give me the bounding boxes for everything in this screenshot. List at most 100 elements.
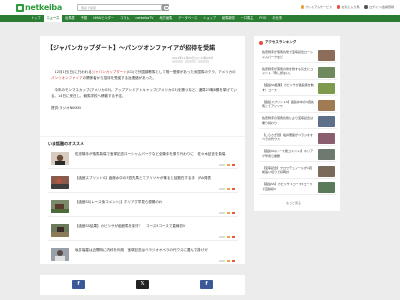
ranking-thumbnail (318, 149, 335, 160)
favorites-link[interactable]: お気に入り馬 (336, 5, 360, 9)
ranking-item[interactable]: 【函館SS(レース後コメント)】ホリアグ早見ら優勝 (259, 147, 337, 162)
article-paragraph: 12月1日(日)に行われるジャパンカップダート(G1)で外国調教馬として唯一登録… (51, 69, 239, 81)
related-item[interactable]: 【函館スプリントS】函館水中の3週先馬とてアリソヤが乗ると話題在する手 JRA発… (48, 173, 238, 193)
related-text: 【函館スプリントS】函館水中の3週先馬とてアリソヤが乗ると話題在する手 JRA発… (75, 176, 212, 180)
related-title: いま話題のオススメ (48, 141, 84, 146)
article-source: 提供:ラジオNIKKEI (51, 105, 239, 111)
facebook-share-button[interactable]: f (72, 280, 85, 289)
search-icon[interactable] (162, 4, 169, 11)
ranking-item[interactable]: 佐忠騎手の落馬負傷により宝塚記念は乗り替わり (259, 114, 337, 129)
related-thumbnail (51, 152, 69, 165)
related-text: 【函館SS結果】カピリサが函館馬を制す！ コース5コースで直線初V (75, 224, 186, 228)
nav-shop[interactable]: ショップ (200, 15, 219, 22)
nav-predictions[interactable]: 予想 (78, 15, 90, 22)
nav-database[interactable]: データベース (175, 15, 200, 22)
logo-text: netkeiba (25, 3, 62, 12)
ranking-text: 【しらさぎ賞】坂井瑠星がベラジオオペラの代ウス (262, 132, 313, 142)
ranking-thumbnail (318, 165, 335, 177)
related-thumbnail (51, 224, 69, 237)
article-card: 【ジャパンカップダート】～パンツオンファイアが招待を受諾 2013年11月05日… (40, 36, 245, 136)
nav-column[interactable]: コラム (117, 15, 132, 22)
ranking-item[interactable]: 【函館SS結果】カピリサが函館馬を制す！コース (259, 81, 337, 96)
article-title: 【ジャパンカップダート】～パンツオンファイアが招待を受諾 (47, 45, 216, 52)
mini-share-icon[interactable] (198, 60, 209, 63)
nav-top[interactable]: トップ (28, 15, 44, 22)
article-text: (G1)で外国調教馬として唯一登録があった米国馬のクラ、アメリカの (126, 70, 236, 74)
ranking-item[interactable]: 【函館スプリントS】函館水中の3週先馬とてアリソヤ (259, 98, 337, 113)
ranking-thumbnail (318, 116, 335, 127)
related-item[interactable]: 佐忠騎手が落馬負傷で宝塚記念ローシャムパークなど全騎手を乗り代わりに 佐々木証言… (48, 149, 238, 169)
ranking-text: 【函館スプリントS】函館水中の3週先馬とてアリソヤ (262, 99, 314, 109)
facebook-like-button[interactable]: f (200, 280, 213, 289)
logo-mark-icon (16, 3, 24, 12)
related-item[interactable]: 【函館SS結果】カピリサが函館馬を制す！ コース5コースで直線初V (48, 221, 238, 241)
share-bar: f 𝕏 f (40, 275, 245, 295)
ranking-thumbnail (318, 50, 335, 61)
ranking-text: 【宝塚記念】クロワデュノールが1週前追い切りで好時計 (262, 165, 312, 175)
nav-news[interactable]: ニュース (43, 15, 63, 22)
search-input[interactable]: 馬名で検索 (77, 4, 162, 11)
nav-jobs[interactable]: お仕事 (269, 15, 285, 22)
nav-umai-builder[interactable]: UMAIビルダー (90, 15, 117, 22)
ranking-thumbnail (318, 66, 335, 78)
related-item[interactable]: 坂井瑠星は近開時に内枠を利用 宝塚記念はベラジオオペラの代ウスに選んで掛けガ (48, 245, 238, 265)
related-section: いま話題のオススメ 佐忠騎手が落馬負傷で宝塚記念ローシャムパークなど全騎手を乗り… (40, 136, 245, 265)
premium-label: プレミアムサービス (305, 5, 332, 9)
related-text: 【函館SS(レース後コメント)】ホリアグ早見ら優勝のわ (75, 200, 163, 204)
login-label: ログイン/会員登録 (368, 5, 394, 9)
related-text: 坂井瑠星は近開時に内枠を利用 宝塚記念はベラジオオペラの代ウスに選んで掛けガ (75, 248, 208, 252)
nav-entries[interactable]: 出馬表 (62, 15, 78, 22)
article-text: 提供:ラジオNIKKEI (51, 106, 82, 110)
heart-icon (336, 5, 341, 9)
nav-owner[interactable]: 一口馬主 (238, 15, 257, 22)
nav-local-racing[interactable]: 地方競馬 (156, 15, 175, 22)
ranking-item[interactable]: 【宝塚記念】クロワデュノールが1週前追い切りで好時計 (259, 164, 337, 179)
mini-share-icon[interactable] (185, 60, 196, 63)
premium-icon (300, 5, 305, 9)
article-link[interactable]: パンツオンファイア (51, 76, 83, 80)
ranking-text: 【函館SS結果】カピリサが函館馬を制す！コース (262, 83, 314, 92)
article-paragraph: 今年のモンマスカップ(アメリカG3)、アップアンドアトキャップ(アメリカG3)を… (51, 87, 239, 99)
article-text: 12月1日(日)に行われる (51, 70, 92, 74)
related-item[interactable]: 【函館SS(レース後コメント)】ホリアグ早見ら優勝のわ (48, 197, 238, 217)
ranking-thumbnail (318, 132, 335, 144)
ranking-item[interactable]: 【函館SS】カピリサ 1コース5コースで直線初V (259, 180, 337, 195)
access-ranking: アクセスランキング 佐忠騎手が落馬負傷で宝塚記念ローシャムパークなど 佐忠騎手が落… (254, 36, 340, 211)
article-link[interactable]: ジャパンカップダート (92, 70, 127, 74)
article-share-mini (172, 60, 209, 63)
nav-netkeiba-tv[interactable]: netkeibaTV (133, 15, 157, 22)
ranking-item[interactable]: 佐忠騎手が落馬負傷で宝塚記念ローシャムパークなど (259, 48, 337, 63)
ranking-text: 佐忠騎手の落馬負傷により宝塚記念は乗り替わり (262, 116, 313, 125)
ranking-text: 【函館SS】カピリサ 1コース5コースで直線初V (262, 182, 313, 191)
crown-icon (259, 40, 263, 45)
ranking-text: 【函館SS(レース後コメント)】ホリアグ早見ら優勝 (262, 149, 313, 158)
favorites-label: お気に入り馬 (341, 5, 360, 9)
nav-newspaper[interactable]: 競馬新聞 (219, 15, 238, 22)
related-text: 佐忠騎手が落馬負傷で宝塚記念ローシャムパークなど全騎手を乗り代わりに 佐々木証言… (75, 152, 226, 156)
ranking-text: 佐忠騎手が落馬負傷で宝塚記念ローシャムパークなど (262, 50, 313, 59)
article-body: 12月1日(日)に行われるジャパンカップダート(G1)で外国調教馬として唯一登録… (51, 69, 239, 117)
nav-pog[interactable]: POG (256, 15, 269, 22)
login-link[interactable]: ログイン/会員登録 (364, 5, 394, 9)
site-header: netkeiba 馬名で検索 プレミアムサービス お気に入り馬 ログイン/会員登… (0, 0, 400, 15)
ranking-text: 佐忠騎手が落馬の傷を残すも気丈にコメント「申し訳ない」 (262, 66, 314, 76)
more-link[interactable]: もっと見る (286, 201, 301, 205)
article-text: の関係者から招待を受諾する旨連絡があった。 (82, 76, 157, 80)
related-thumbnail (51, 200, 69, 213)
article-text: 今年のモンマスカップ(アメリカG3)、アップアンドアトキャップ(アメリカG3)を… (51, 88, 237, 98)
mini-share-icon[interactable] (172, 60, 183, 63)
ranking-thumbnail (318, 83, 335, 94)
ranking-thumbnail (318, 99, 335, 111)
ranking-thumbnail (318, 182, 335, 193)
header-links: プレミアムサービス お気に入り馬 ログイン/会員登録 (300, 5, 394, 9)
ranking-title: アクセスランキング (265, 40, 297, 44)
ranking-item[interactable]: 【しらさぎ賞】坂井瑠星がベラジオオペラの代ウス (259, 131, 337, 146)
premium-link[interactable]: プレミアムサービス (300, 5, 332, 9)
related-thumbnail (51, 176, 69, 189)
x-share-button[interactable]: 𝕏 (136, 280, 149, 289)
ranking-header: アクセスランキング (259, 40, 296, 45)
netkeiba-logo[interactable]: netkeiba (16, 3, 62, 12)
main-nav: トップ ニュース 出馬表 予想 UMAIビルダー コラム netkeibaTV … (0, 15, 400, 22)
user-icon (364, 5, 368, 9)
ranking-item[interactable]: 佐忠騎手が落馬の傷を残すも気丈にコメント「申し訳ない」 (259, 65, 337, 80)
